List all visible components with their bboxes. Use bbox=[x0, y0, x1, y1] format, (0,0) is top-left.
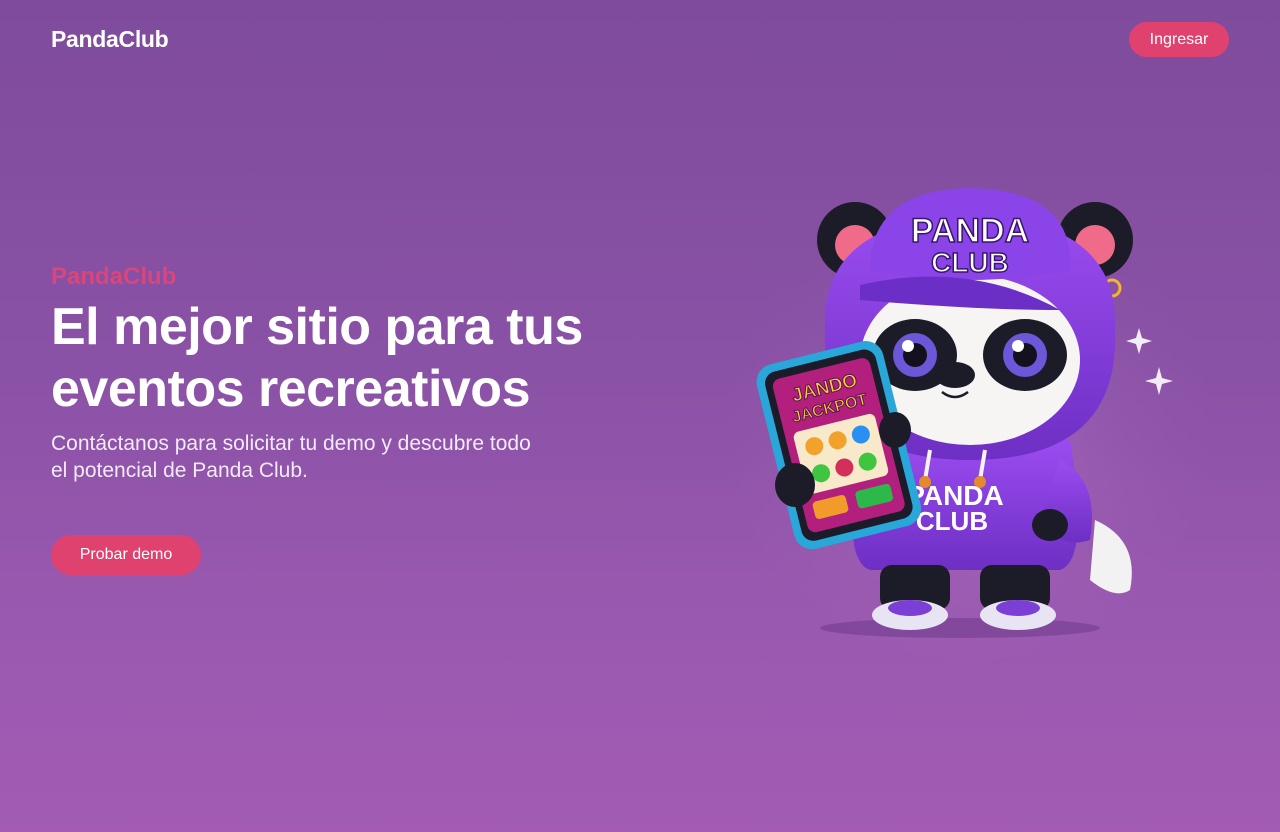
subtext-line-1: Contáctanos para solicitar tu demo y des… bbox=[51, 432, 531, 455]
brand-logo[interactable]: PandaClub bbox=[51, 26, 169, 53]
hoodie-text-line-2: CLUB bbox=[916, 506, 988, 536]
subtext-line-2: el potencial de Panda Club. bbox=[51, 459, 308, 482]
top-bar: PandaClub Ingresar bbox=[0, 0, 1280, 80]
hero-section: PandaClub El mejor sitio para tus evento… bbox=[51, 262, 631, 484]
cap-text-line-2: CLUB bbox=[931, 247, 1009, 278]
panda-mascot-illustration: PANDA CLUB PANDA CLUB JANDO JACKPOT bbox=[720, 160, 1220, 660]
headline-line-2: eventos recreativos bbox=[51, 360, 531, 418]
hero-headline: El mejor sitio para tus eventos recreati… bbox=[51, 296, 631, 420]
panda-mascot-image: PANDA CLUB PANDA CLUB JANDO JACKPOT bbox=[730, 188, 1210, 660]
headline-line-1: El mejor sitio para tus bbox=[51, 298, 583, 356]
login-button[interactable]: Ingresar bbox=[1129, 22, 1229, 57]
cap-text-line-1: PANDA bbox=[911, 212, 1029, 250]
try-demo-button[interactable]: Probar demo bbox=[51, 535, 201, 575]
hero-subtext: Contáctanos para solicitar tu demo y des… bbox=[51, 430, 611, 484]
hero-eyebrow: PandaClub bbox=[51, 263, 177, 290]
